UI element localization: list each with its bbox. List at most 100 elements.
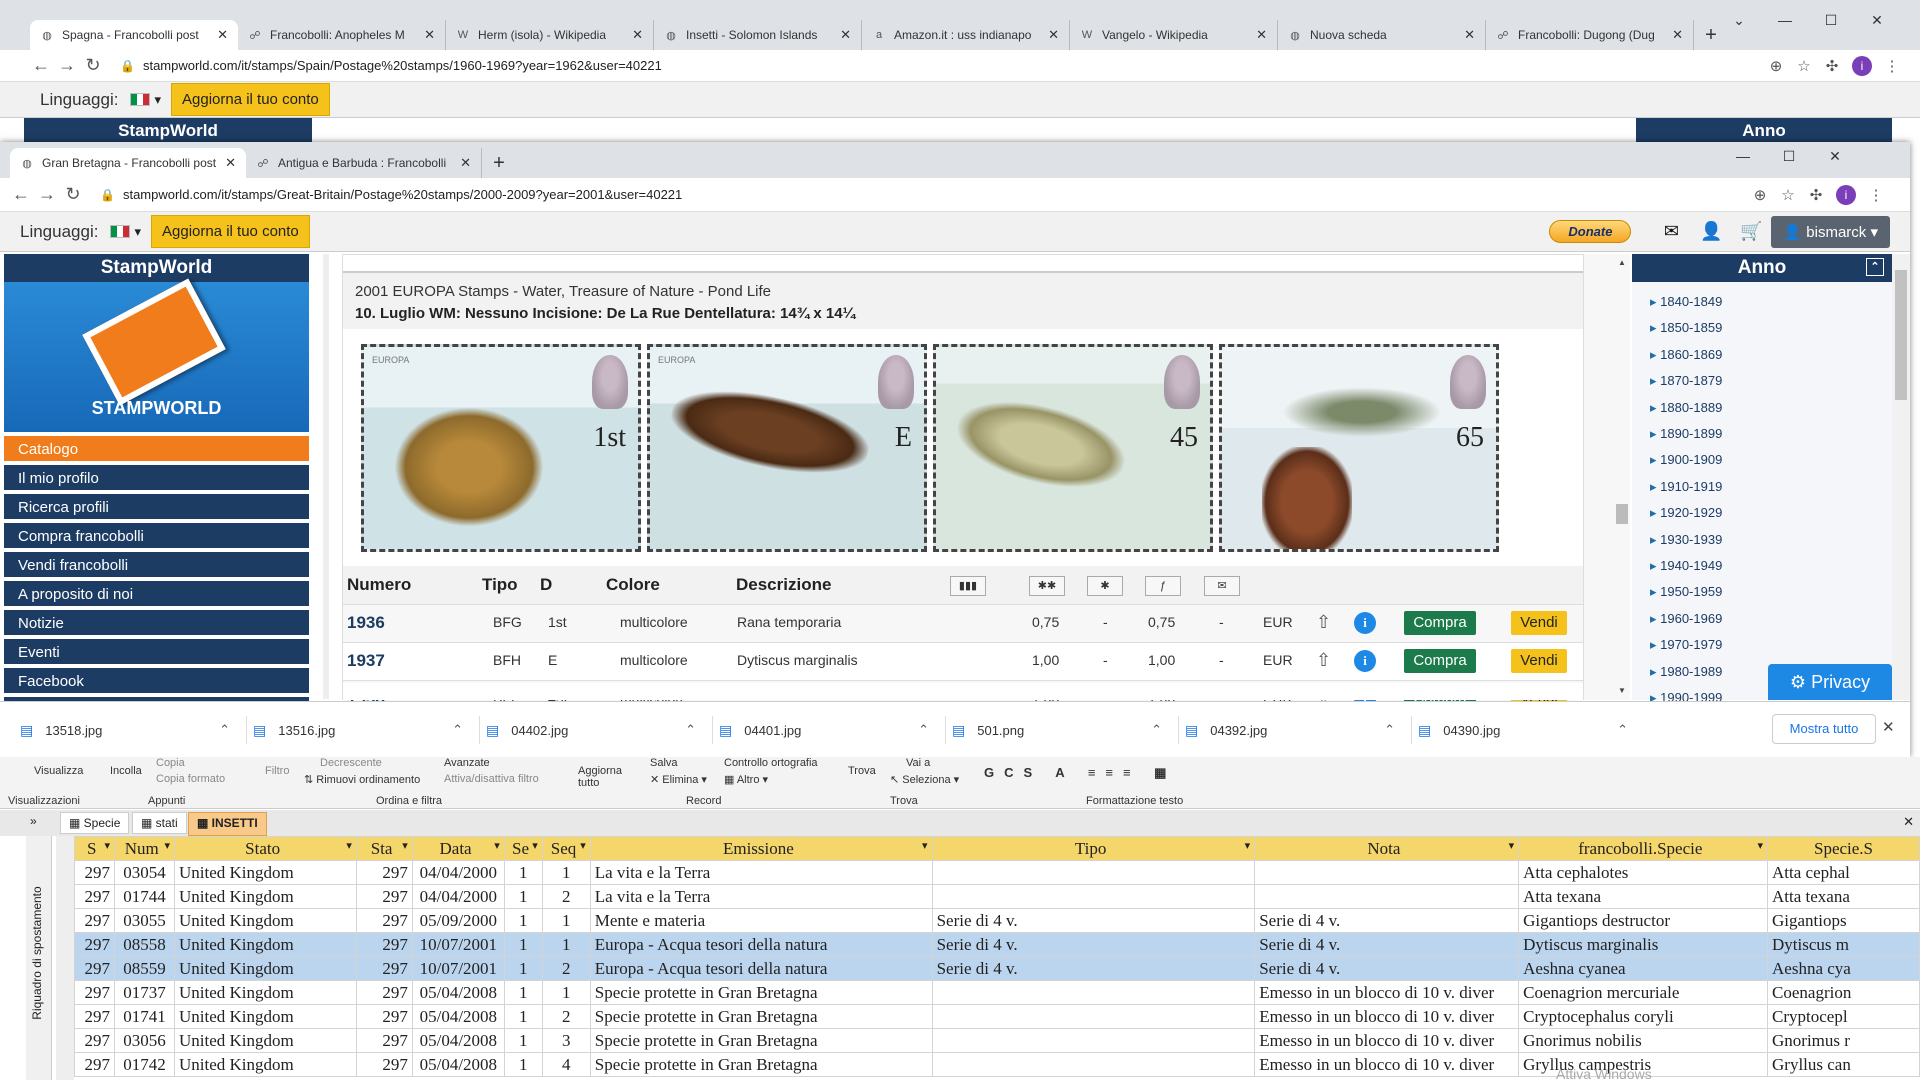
table-cell[interactable]: United Kingdom [173,908,357,933]
table-cell[interactable]: Emesso in un blocco di 10 v. diver [1254,1052,1520,1077]
table-cell[interactable]: 297 [355,980,413,1005]
table-cell[interactable]: Coenagrion mercuriale [1518,980,1769,1005]
table-cell[interactable]: 297 [74,860,115,885]
table-cell[interactable]: Specie protette in Gran Bretagna [589,1052,933,1077]
delete-record-button[interactable]: ✕ Elimina ▾ [650,773,707,786]
table-cell[interactable]: Europa - Acqua tesori della natura [589,932,933,957]
minimize-button[interactable]: — [1720,142,1766,170]
year-range-link[interactable]: 1860-1869 [1650,347,1722,363]
table-cell[interactable]: 03056 [113,1028,175,1053]
tab-search-icon[interactable]: ⌄ [1716,6,1762,34]
table-cell[interactable]: 2 [541,1004,591,1029]
table-row[interactable]: 297 01737 United Kingdom 297 05/04/2008 1 1 Spe… [74,980,1920,1005]
table-cell[interactable]: 03054 [113,860,175,885]
table-cell[interactable]: Specie protette in Gran Bretagna [589,980,933,1005]
year-range-link[interactable]: 1870-1879 [1650,373,1722,389]
menu-item[interactable]: A proposito di noi [4,581,309,608]
column-header[interactable]: Data ▾ [411,836,505,861]
dropdown-icon[interactable]: ▾ [402,839,408,852]
close-window-button[interactable]: ✕ [1854,6,1900,34]
back-icon[interactable]: ← [8,184,34,205]
filter-button[interactable]: Filtro [265,765,289,777]
sell-button[interactable]: Vendi [1511,649,1567,673]
table-cell[interactable]: 297 [355,1028,413,1053]
table-cell[interactable]: 1 [503,980,543,1005]
column-header[interactable]: Specie.S [1767,836,1920,861]
table-cell[interactable]: Cryptocepl [1767,1004,1920,1029]
table-cell[interactable]: 10/07/2001 [411,932,505,957]
year-range-link[interactable]: 1950-1959 [1650,584,1722,600]
table-cell[interactable]: Europa - Acqua tesori della natura [589,956,933,981]
table-cell[interactable]: 297 [355,1052,413,1077]
table-cell[interactable]: 297 [355,932,413,957]
stamp-fish[interactable]: 45 [933,344,1213,552]
table-cell[interactable]: Aeshna cyanea [1518,956,1769,981]
table-cell[interactable]: 04/04/2000 [411,884,505,909]
page-scrollbar[interactable] [1892,254,1910,700]
table-row[interactable]: 297 03056 United Kingdom 297 05/04/2008 1 3 Spe… [74,1028,1920,1053]
spelling-button[interactable]: Controllo ortografia [724,757,818,769]
hinged-icon[interactable]: ✱ [1087,576,1123,596]
close-tab-icon[interactable]: ✕ [1672,27,1683,43]
table-cell[interactable]: Atta cephal [1767,860,1920,885]
info-icon[interactable]: i [1354,650,1376,672]
dropdown-icon[interactable]: ▾ [154,92,161,108]
more-button[interactable]: ▦ Altro ▾ [724,773,768,786]
table-row[interactable]: 297 01744 United Kingdom 297 04/04/2000 1 2 La … [74,884,1920,909]
back-address-bar[interactable]: stampworld.com/it/stamps/Spain/Postage%2… [143,58,1762,73]
maximize-button[interactable]: ☐ [1766,142,1812,170]
close-tab-icon[interactable]: ✕ [225,155,236,171]
select-button[interactable]: ↖ Seleziona ▾ [890,773,959,786]
table-cell[interactable]: 1 [503,884,543,909]
table-cell[interactable]: 05/04/2008 [411,1004,505,1029]
dropdown-icon[interactable]: ▾ [580,839,586,852]
chevron-up-icon[interactable]: ⌃ [918,722,929,738]
lock-icon[interactable]: 🔒 [100,188,115,202]
download-item[interactable]: ▤ 13518.jpg ⌃ [20,712,240,748]
table-cell[interactable] [931,1052,1256,1077]
tab-stati[interactable]: ▦ stati [132,812,187,834]
browser-tab[interactable]: W Vangelo - Wikipedia ✕ [1070,20,1278,50]
download-item[interactable]: ▤ 13516.jpg ⌃ [253,712,473,748]
table-cell[interactable]: 1 [503,1028,543,1053]
table-cell[interactable]: United Kingdom [173,932,357,957]
table-cell[interactable]: 01741 [113,1004,175,1029]
close-tab-icon[interactable]: ✕ [1464,27,1475,43]
table-cell[interactable]: 08558 [113,932,175,957]
table-row[interactable]: 297 03054 United Kingdom 297 04/04/2000 1 1 La … [74,860,1920,885]
maximize-button[interactable]: ☐ [1808,6,1854,34]
table-cell[interactable]: 4 [541,1052,591,1077]
text-format-buttons[interactable]: GCS A ≡≡≡ ▦ [984,765,1176,781]
minimize-button[interactable]: — [1762,6,1808,34]
chevron-up-icon[interactable]: ⌃ [219,722,230,738]
table-row[interactable]: 297 08558 United Kingdom 297 10/07/2001 1 1 Eur… [74,932,1920,957]
browser-tab[interactable]: ◍ Spagna - Francobolli post ✕ [30,20,238,50]
column-header[interactable]: Num ▾ [113,836,175,861]
menu-item[interactable]: Catalogo [4,436,309,463]
menu-item[interactable]: Vendi francobolli [4,552,309,579]
table-cell[interactable] [931,980,1256,1005]
table-row[interactable]: 297 01741 United Kingdom 297 05/04/2008 1 2 Spe… [74,1004,1920,1029]
table-cell[interactable]: Dytiscus marginalis [1518,932,1769,957]
menu-item[interactable]: Compra francobolli [4,523,309,550]
table-cell[interactable]: 1 [541,980,591,1005]
column-header[interactable]: Emissione ▾ [589,836,933,861]
table-cell[interactable]: Serie di 4 v. [931,908,1256,933]
table-cell[interactable]: Cryptocephalus coryli [1518,1004,1769,1029]
column-header[interactable]: Seq ▾ [541,836,591,861]
column-header[interactable]: Nota ▾ [1254,836,1520,861]
collapse-icon[interactable]: ⌃ [1866,258,1884,276]
info-icon[interactable]: i [1354,612,1376,634]
menu-item[interactable]: Il mio profilo [4,465,309,492]
table-cell[interactable]: 1 [541,932,591,957]
table-cell[interactable]: 297 [74,932,115,957]
table-cell[interactable]: 1 [503,1052,543,1077]
download-item[interactable]: ▤ 04401.jpg ⌃ [719,712,939,748]
save-record-button[interactable]: Salva [650,757,678,769]
table-cell[interactable]: Specie protette in Gran Bretagna [589,1004,933,1029]
table-cell[interactable]: Specie protette in Gran Bretagna [589,1028,933,1053]
year-range-link[interactable]: 1930-1939 [1650,532,1722,548]
table-cell[interactable]: 05/04/2008 [411,1028,505,1053]
browser-tab[interactable]: W Herm (isola) - Wikipedia ✕ [446,20,654,50]
zoom-icon[interactable]: ⊕ [1762,57,1790,75]
